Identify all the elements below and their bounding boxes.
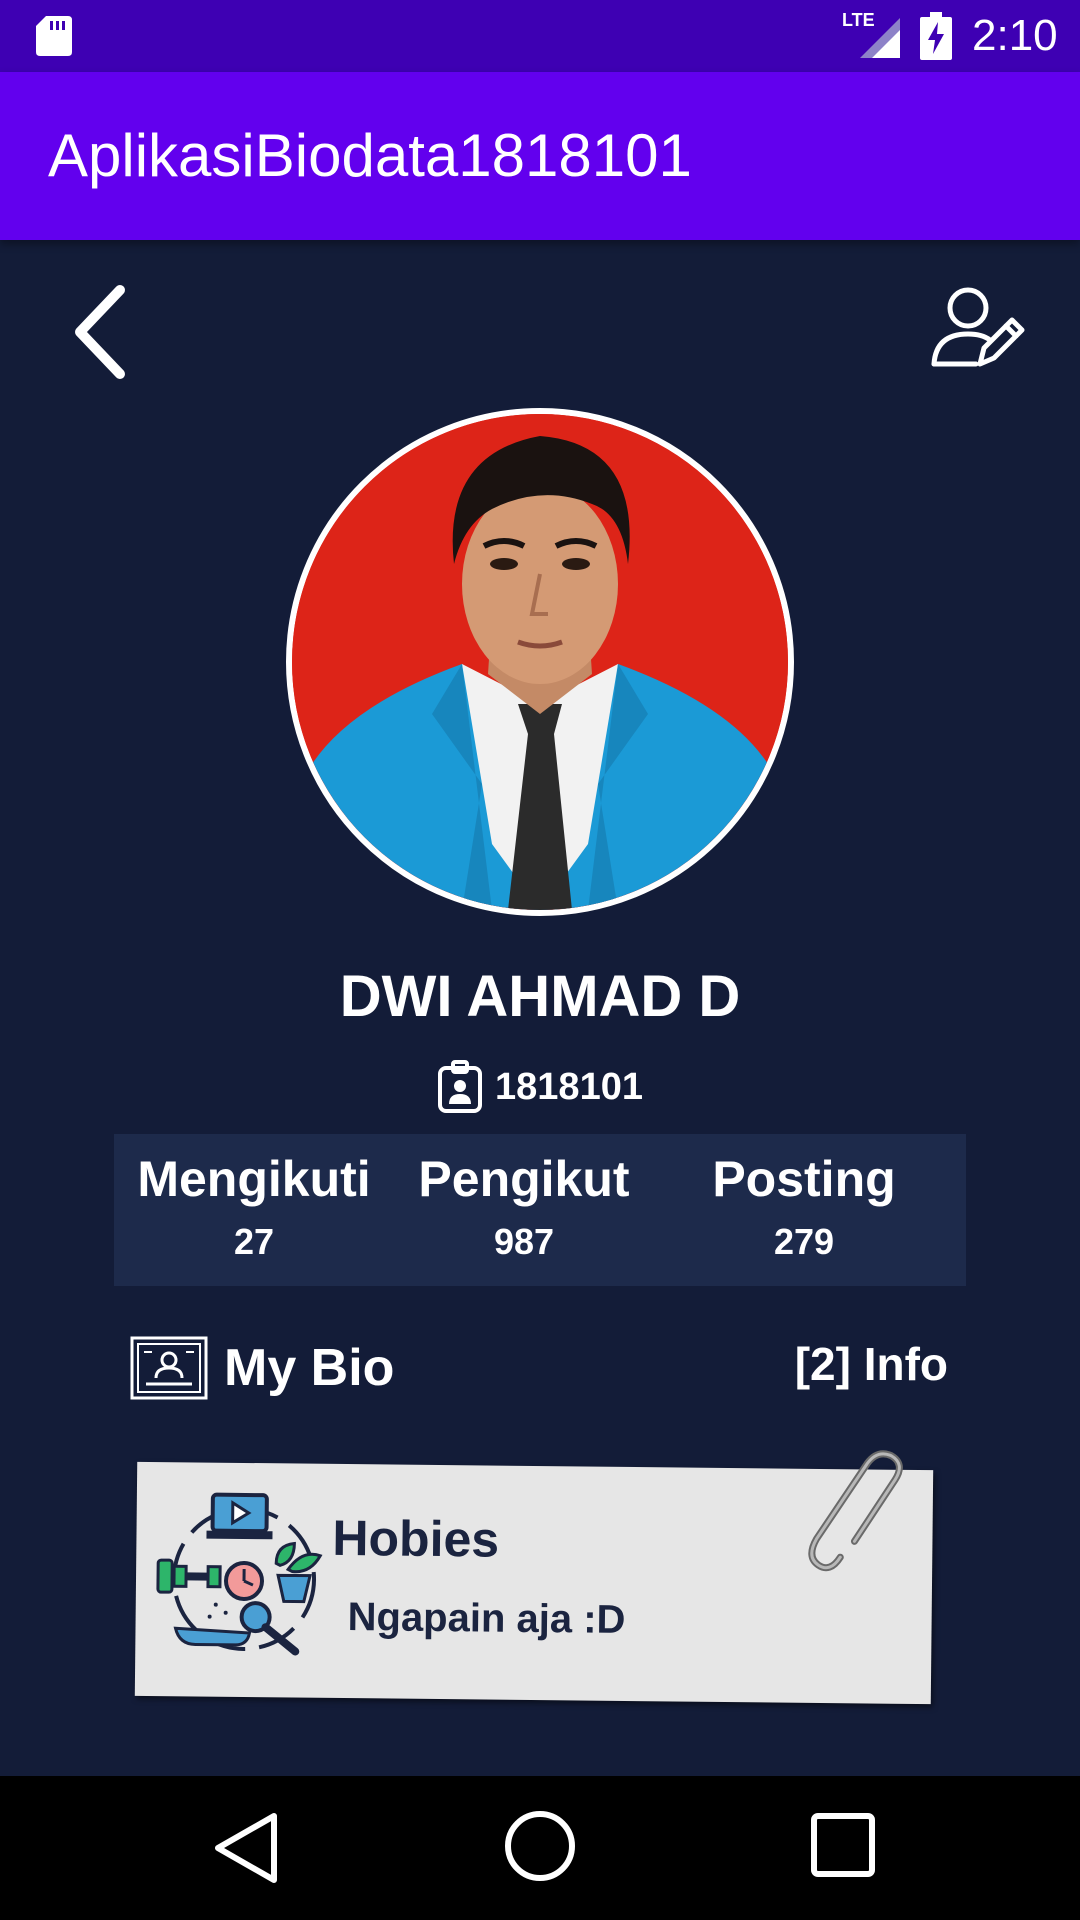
navigation-bar [0,1776,1080,1920]
paperclip-icon [808,1450,903,1572]
bio-card-icon [130,1336,208,1400]
hobby-card: Hobies Ngapain aja :D [134,1450,934,1705]
status-bar: LTE 2:10 [0,0,1080,72]
stat-followers[interactable]: Pengikut 987 [404,1144,644,1270]
battery-charging-icon [920,12,952,60]
app-title: AplikasiBiodata1818101 [48,122,692,189]
profile-name: DWI AHMAD D [339,964,741,1029]
id-badge-icon [438,1060,483,1113]
stat-label: Mengikuti [137,1151,371,1207]
back-button[interactable] [60,282,140,382]
app-bar: AplikasiBiodata1818101 [0,72,1080,240]
stat-value: 987 [493,1221,555,1262]
stat-value: 279 [773,1221,835,1262]
sd-card-icon [36,16,72,56]
profile-id-row: 1818101 [0,1060,1080,1114]
hobby-title: Hobies [332,1509,500,1568]
stat-label: Pengikut [418,1151,630,1207]
info-link[interactable]: [2] Info [795,1336,948,1392]
hobby-text: Ngapain aja :D [347,1595,626,1642]
stat-following[interactable]: Mengikuti 27 [134,1144,374,1270]
nav-recent-icon[interactable] [810,1812,876,1878]
nav-home-icon[interactable] [502,1808,578,1884]
stat-value: 27 [233,1221,275,1262]
profile-photo [292,414,788,910]
status-clock: 2:10 [972,11,1058,60]
edit-profile-button[interactable] [930,282,1026,378]
avatar [286,408,794,916]
user-edit-icon [931,287,1025,367]
hobbies-illustration [156,1492,323,1656]
nav-back-icon[interactable] [210,1810,282,1886]
stat-label: Posting [712,1151,896,1207]
profile-id: 1818101 [495,1065,643,1108]
stat-posts[interactable]: Posting 279 [684,1144,924,1270]
bio-title: My Bio [224,1339,395,1397]
stats-panel: Mengikuti 27 Pengikut 987 Posting 279 [114,1134,966,1286]
network-label: LTE [842,10,875,30]
